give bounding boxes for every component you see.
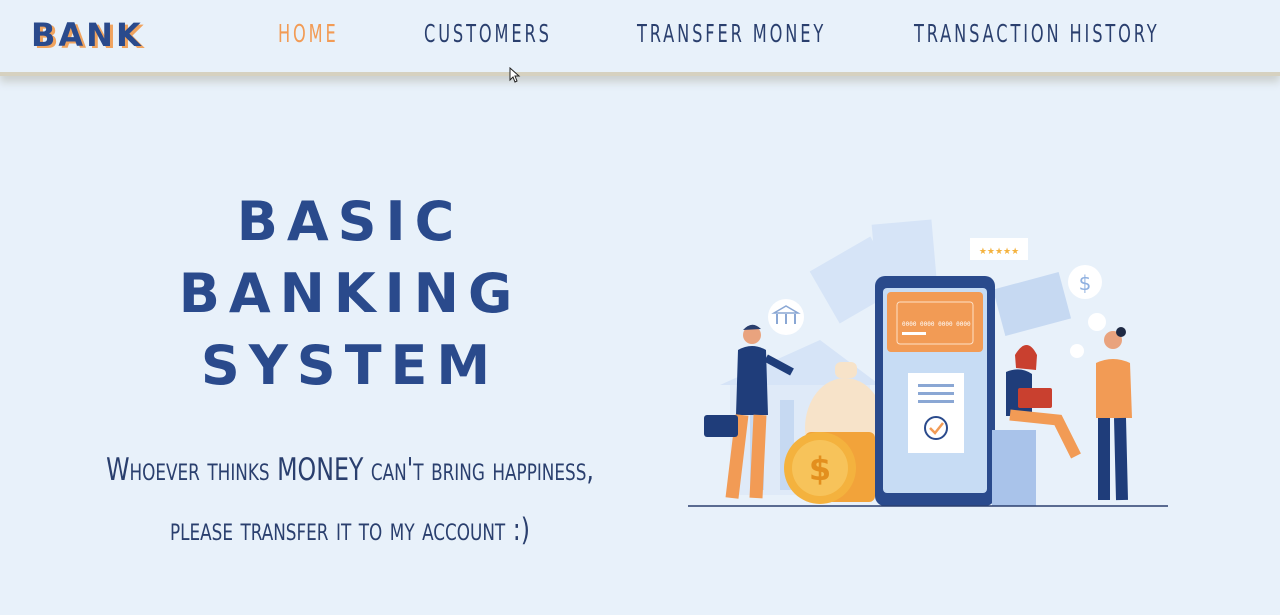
bank-icon [768, 299, 804, 335]
coin-icon: $ [784, 432, 856, 504]
rating-stars: ★★★★★ [979, 247, 1019, 257]
mouse-cursor-icon [509, 67, 521, 83]
hero-title-line: SYSTEM [200, 334, 500, 397]
nav-link-transfer-money[interactable]: TRANSFER MONEY [637, 19, 826, 48]
nav-link-home[interactable]: HOME [278, 19, 339, 48]
hero-title-line: BASIC [236, 190, 464, 253]
svg-text:$: $ [809, 450, 831, 488]
dollar-icon: $ [1068, 265, 1102, 299]
quote-line: Whoever thinks MONEY can't bring happine… [106, 452, 594, 488]
svg-text:$: $ [1079, 271, 1092, 295]
banking-illustration: $ 0000 0000 0000 0000 ★★★★★ $ [688, 219, 1168, 507]
navbar: BANK HOME CUSTOMERS TRANSFER MONEY TRANS… [0, 0, 1280, 76]
hero-quote: Whoever thinks MONEY can't bring happine… [104, 440, 597, 560]
hero-title-line: BANKING [178, 262, 522, 325]
brand-logo[interactable]: BANK [31, 16, 144, 54]
nav-link-customers[interactable]: CUSTOMERS [424, 19, 552, 48]
hero-title: BASIC BANKING SYSTEM [150, 186, 550, 402]
card-number: 0000 0000 0000 0000 [902, 321, 971, 328]
quote-line: please transfer it to my account :) [170, 512, 530, 548]
nav-link-transaction-history[interactable]: TRANSACTION HISTORY [914, 19, 1160, 48]
